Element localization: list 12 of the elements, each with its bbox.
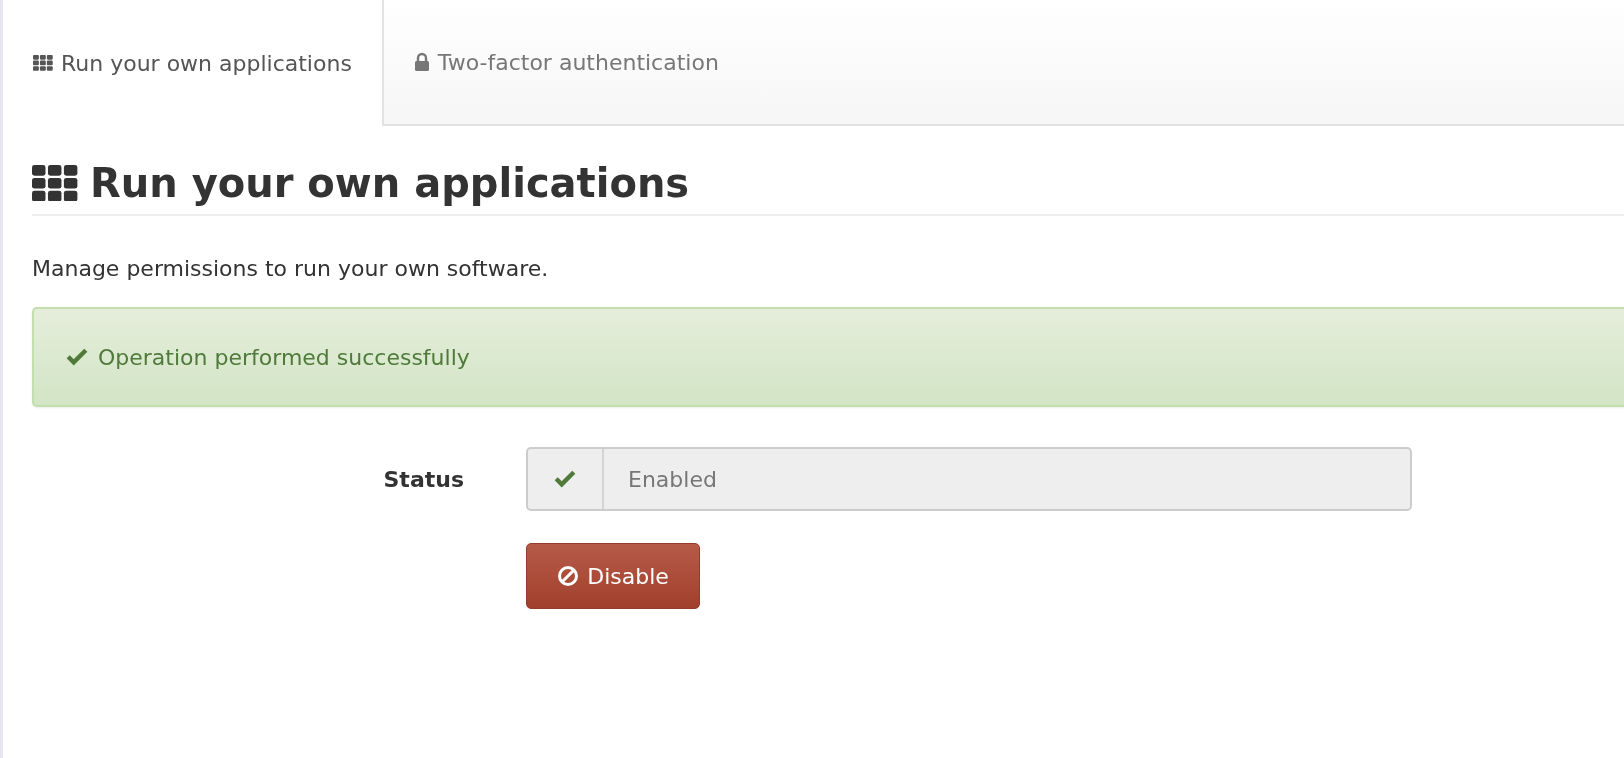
grid-icon <box>33 55 53 71</box>
ban-icon <box>557 565 580 587</box>
grid-icon <box>32 164 78 202</box>
disable-button[interactable]: Disable <box>526 543 700 609</box>
alert-message: Operation performed successfully <box>98 344 470 370</box>
description-text: Manage permissions to run your own software. <box>32 256 550 281</box>
lock-icon <box>413 52 430 72</box>
page-heading: Run your own applications <box>90 160 690 206</box>
check-icon <box>554 470 576 488</box>
status-value: Enabled <box>627 465 717 494</box>
check-icon <box>66 348 88 366</box>
status-label: Status <box>382 466 465 492</box>
